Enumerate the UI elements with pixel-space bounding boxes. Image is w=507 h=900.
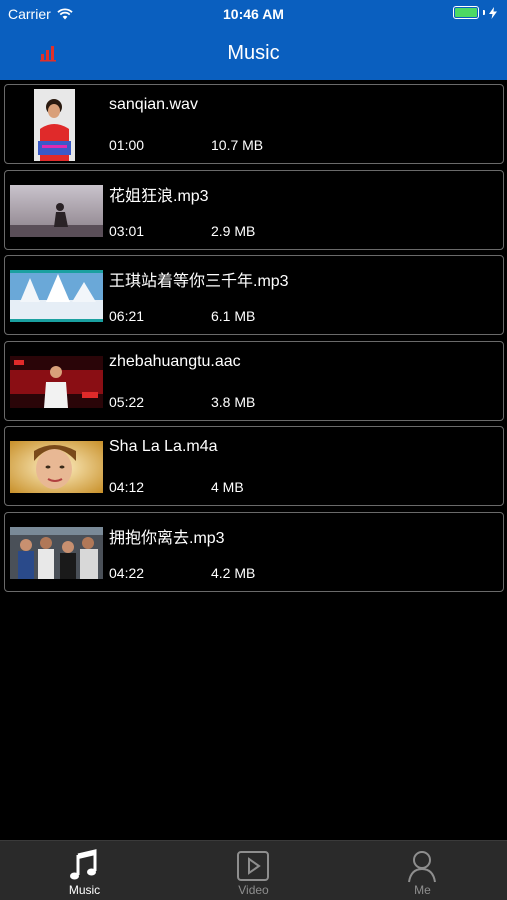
battery-icon — [453, 6, 479, 19]
battery-indicator — [453, 6, 497, 19]
item-title: 拥抱你离去.mp3 — [109, 529, 225, 547]
thumbnail-image — [10, 355, 103, 408]
tab-music[interactable]: Music — [0, 841, 169, 900]
list-item[interactable]: sanqian.wav 01:00 10.7 MB — [4, 84, 504, 164]
tab-label: Video — [238, 883, 269, 897]
navigation-bar: Carrier 10:46 AM Music — [0, 0, 507, 80]
play-icon — [237, 851, 269, 881]
tab-label: Me — [414, 883, 431, 897]
list-item[interactable]: 拥抱你离去.mp3 04:22 4.2 MB — [4, 511, 504, 592]
item-duration: 04:12 — [109, 479, 145, 495]
tab-label: Music — [68, 883, 101, 897]
thumbnail-image — [10, 441, 103, 493]
clock: 10:46 AM — [223, 6, 284, 22]
item-duration: 01:00 — [109, 137, 145, 153]
list-item[interactable]: Sha La La.m4a 04:12 4 MB — [4, 426, 504, 506]
status-bar: Carrier 10:46 AM — [0, 0, 507, 28]
battery-tip — [483, 10, 485, 15]
list-item[interactable]: 花姐狂浪.mp3 03:01 2.9 MB — [4, 169, 504, 250]
thumbnail-image — [10, 526, 103, 579]
thumbnail-image — [10, 270, 103, 322]
item-duration: 06:21 — [109, 308, 145, 324]
charging-bolt-icon — [489, 6, 497, 19]
item-duration: 04:22 — [109, 564, 145, 581]
item-size: 10.7 MB — [211, 137, 264, 153]
item-title: zhebahuangtu.aac — [109, 352, 241, 370]
music-note-icon — [70, 849, 97, 880]
thumbnail-image — [34, 89, 75, 161]
tab-bar: Music Video Me — [0, 840, 507, 900]
list-item[interactable]: zhebahuangtu.aac 05:22 3.8 MB — [4, 340, 504, 421]
page-title: Music — [227, 42, 280, 64]
item-duration: 03:01 — [109, 222, 145, 239]
item-size: 4.2 MB — [211, 564, 256, 581]
thumbnail-image — [10, 184, 103, 237]
item-title: Sha La La.m4a — [109, 438, 218, 455]
person-icon — [408, 851, 436, 883]
item-title: sanqian.wav — [109, 96, 198, 113]
item-size: 3.8 MB — [211, 393, 256, 410]
item-size: 2.9 MB — [211, 222, 256, 239]
item-duration: 05:22 — [109, 393, 145, 410]
item-title: 花姐狂浪.mp3 — [109, 187, 209, 205]
item-size: 6.1 MB — [211, 308, 256, 324]
list-item[interactable]: 王琪站着等你三千年.mp3 06:21 6.1 MB — [4, 255, 504, 335]
tab-video[interactable]: Video — [169, 841, 338, 900]
item-title: 王琪站着等你三千年.mp3 — [109, 273, 289, 290]
media-list: sanqian.wav 01:00 10.7 MB 花姐狂浪.mp3 03:01… — [4, 84, 504, 597]
item-size: 4 MB — [211, 479, 244, 495]
tab-me[interactable]: Me — [338, 841, 507, 900]
